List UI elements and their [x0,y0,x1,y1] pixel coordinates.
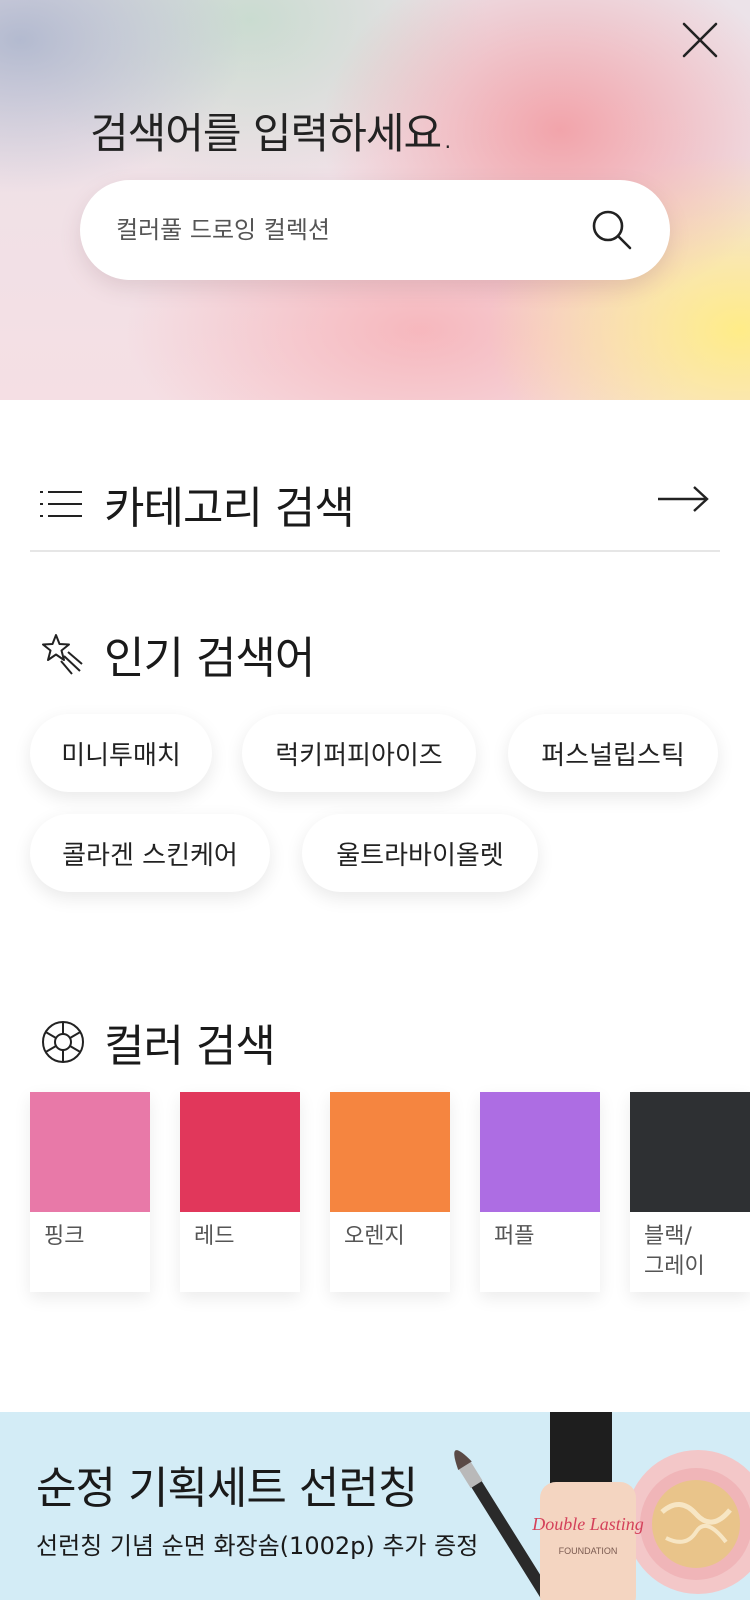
category-search-heading: 카테고리 검색 [40,472,355,536]
search-header: 검색어를 입력하세요. [0,0,750,400]
category-search-title: 카테고리 검색 [104,483,355,534]
keyword-chip[interactable]: 울트라바이올렛 [302,814,538,892]
color-wheel-icon [42,1021,84,1063]
color-label: 퍼플 [494,1224,535,1249]
promo-title: 순정 기획세트 선런칭 [36,1463,418,1514]
color-label: 핑크 [44,1224,85,1249]
color-sample [30,1092,150,1212]
color-sample [180,1092,300,1212]
search-icon[interactable] [590,208,634,252]
promo-banner[interactable]: 순정 기획세트 선런칭 선런칭 기념 순면 화장솜(1002p) 추가 증정 D… [0,1412,750,1600]
color-sample [330,1092,450,1212]
shooting-star-icon [42,634,83,675]
color-label: 오렌지 [344,1224,405,1249]
product-subtext: FOUNDATION [559,1546,618,1556]
popular-keywords-title: 인기 검색어 [104,633,315,684]
promo-subtitle: 선런칭 기념 순면 화장솜(1002p) 추가 증정 [36,1532,479,1560]
close-icon[interactable] [678,18,722,62]
color-sample [630,1092,750,1212]
color-label: 블랙/ 그레이 [644,1224,705,1279]
keyword-chip[interactable]: 미니투매치 [30,714,212,792]
color-sample [480,1092,600,1212]
search-bar [80,180,670,280]
product-brand-text: Double Lasting [531,1514,644,1534]
search-prompt-title: 검색어를 입력하세요. [90,109,454,158]
color-label: 레드 [194,1224,235,1249]
color-swatch-black-gray[interactable]: 블랙/ 그레이 [630,1092,750,1292]
keyword-chip[interactable]: 퍼스널립스틱 [508,714,718,792]
product-image: Double Lasting FOUNDATION [454,1412,750,1600]
color-swatch-pink[interactable]: 핑크 [30,1092,150,1292]
color-swatch-orange[interactable]: 오렌지 [330,1092,450,1292]
keyword-chip[interactable]: 콜라겐 스킨케어 [30,814,270,892]
color-search-title: 컬러 검색 [104,1021,276,1072]
list-menu-icon [40,491,82,517]
search-input[interactable] [116,216,590,244]
arrow-right-icon[interactable] [656,484,710,514]
keyword-chip[interactable]: 럭키퍼피아이즈 [242,714,476,792]
color-swatch-purple[interactable]: 퍼플 [480,1092,600,1292]
color-search-heading: 컬러 검색 [40,1010,276,1074]
popular-keywords-heading: 인기 검색어 [40,622,315,686]
color-swatch-red[interactable]: 레드 [180,1092,300,1292]
category-search-link[interactable]: 카테고리 검색 [30,460,720,552]
